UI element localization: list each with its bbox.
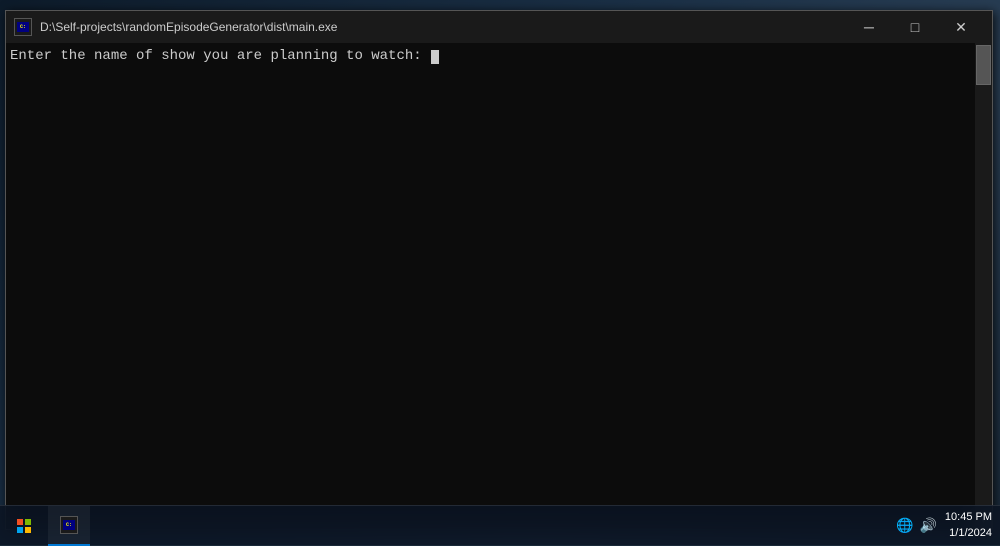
volume-icon: 🔊	[919, 517, 936, 534]
scrollbar-thumb[interactable]	[976, 45, 991, 85]
taskbar-app-main-exe[interactable]	[48, 506, 90, 546]
title-bar: D:\Self-projects\randomEpisodeGenerator\…	[6, 11, 992, 43]
maximize-button[interactable]: □	[892, 11, 938, 43]
scrollbar[interactable]: ▼	[975, 43, 992, 529]
window-controls: ─ □ ✕	[846, 11, 984, 43]
taskbar-date-value: 1/1/2024	[945, 526, 992, 541]
window-title: D:\Self-projects\randomEpisodeGenerator\…	[40, 20, 846, 34]
taskbar-clock[interactable]: 10:45 PM 1/1/2024	[945, 510, 992, 541]
windows-icon	[17, 519, 31, 533]
console-content[interactable]: Enter the name of show you are planning …	[6, 43, 975, 529]
taskbar-right: 🌐 🔊 10:45 PM 1/1/2024	[896, 510, 1000, 541]
cursor	[431, 50, 439, 64]
taskbar-app-icon	[60, 516, 78, 534]
taskbar-cmd-inner	[63, 520, 75, 530]
console-line-1: Enter the name of show you are planning …	[10, 47, 971, 67]
network-icon: 🌐	[896, 517, 913, 534]
taskbar-time-value: 10:45 PM	[945, 510, 992, 525]
taskbar: 🌐 🔊 10:45 PM 1/1/2024	[0, 505, 1000, 545]
console-window: D:\Self-projects\randomEpisodeGenerator\…	[5, 10, 993, 530]
taskbar-sys-icons: 🌐 🔊	[896, 517, 937, 534]
minimize-button[interactable]: ─	[846, 11, 892, 43]
console-area: Enter the name of show you are planning …	[6, 43, 992, 529]
cmd-icon-inner	[17, 22, 29, 32]
console-prompt: Enter the name of show you are planning …	[10, 47, 430, 67]
app-icon	[14, 18, 32, 36]
close-button[interactable]: ✕	[938, 11, 984, 43]
start-button[interactable]	[0, 506, 48, 546]
desktop: D:\Self-projects\randomEpisodeGenerator\…	[0, 0, 1000, 545]
